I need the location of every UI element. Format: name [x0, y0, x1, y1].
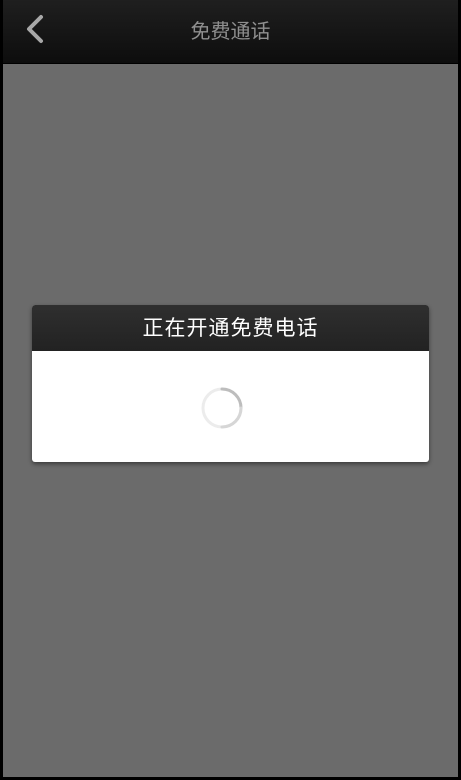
app-window: 免费通话 正在开通免费电话	[3, 0, 458, 777]
top-navigation-bar: 免费通话	[3, 0, 458, 64]
page-title: 免费通话	[190, 19, 271, 43]
loading-dialog: 正在开通免费电话	[32, 305, 429, 462]
phone-screen: 免费通话 正在开通免费电话	[0, 0, 461, 780]
loading-spinner-icon	[200, 386, 244, 430]
dialog-header: 正在开通免费电话	[32, 305, 429, 351]
dialog-title: 正在开通免费电话	[142, 316, 319, 340]
